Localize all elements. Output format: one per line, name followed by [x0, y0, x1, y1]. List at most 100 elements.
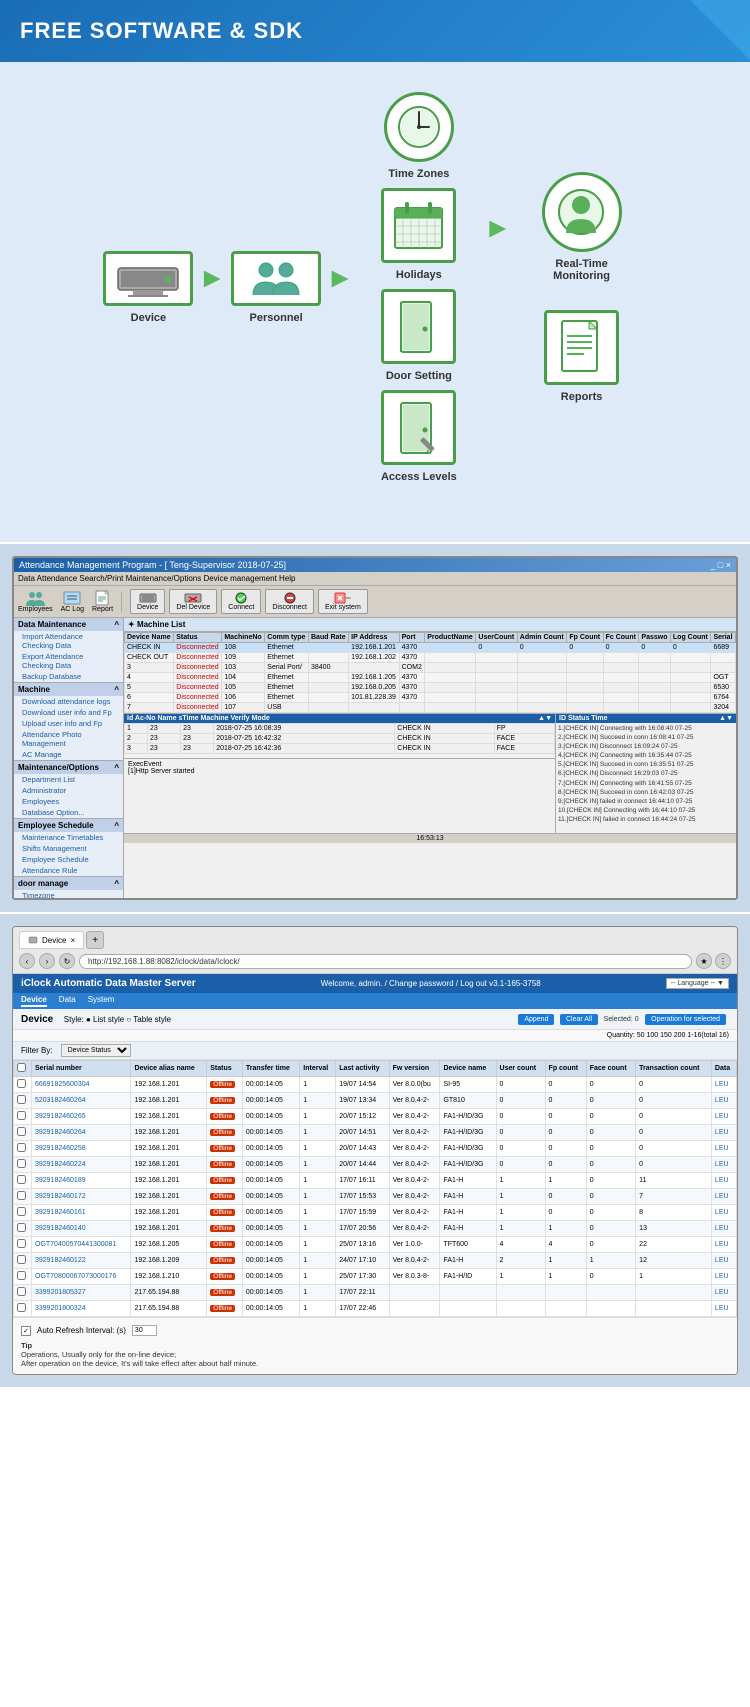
row-checkbox[interactable] [17, 1191, 26, 1200]
filter-select[interactable]: Device Status [61, 1044, 131, 1057]
device-status: Offline [207, 1221, 243, 1237]
sidebar-employees[interactable]: Employees [14, 796, 123, 807]
del-device-btn-label: Del Device [176, 604, 210, 611]
row-checkbox-cell [14, 1125, 32, 1141]
row-checkbox[interactable] [17, 1127, 26, 1136]
sidebar-admin[interactable]: Administrator [14, 785, 123, 796]
sidebar-db-option[interactable]: Database Option... [14, 807, 123, 818]
tab-device[interactable]: Device × [19, 931, 84, 949]
row-checkbox[interactable] [17, 1239, 26, 1248]
nav-system[interactable]: System [88, 995, 115, 1007]
col-status: Status [207, 1061, 243, 1077]
toolbar-connect-btn[interactable]: Connect [221, 589, 261, 614]
language-select[interactable]: -- Language -- ▼ [666, 978, 729, 989]
machine-cell [425, 673, 476, 683]
row-checkbox[interactable] [17, 1159, 26, 1168]
status-badge: Offline [210, 1113, 235, 1120]
row-checkbox[interactable] [17, 1271, 26, 1280]
machine-table-row: CHECK INDisconnected108Ethernet192.168.1… [125, 643, 736, 653]
sidebar-timezone[interactable]: Timezone [14, 890, 123, 898]
toolbar-exit-btn[interactable]: Exit system [318, 589, 368, 614]
user-count: 1 [496, 1205, 545, 1221]
toolbar-disconnect-btn[interactable]: Disconnect [265, 589, 314, 614]
device-item: Device [103, 251, 193, 324]
row-checkbox[interactable] [17, 1095, 26, 1104]
row-checkbox[interactable] [17, 1255, 26, 1264]
toolbar-report[interactable]: Report [92, 590, 113, 613]
fp-count: 1 [545, 1269, 586, 1285]
fp-count [545, 1301, 586, 1317]
toolbar-employees[interactable]: Employees [18, 590, 53, 613]
trans-count: 13 [636, 1221, 712, 1237]
device-serial: 3929182460265 [32, 1109, 131, 1125]
style-options: Style: ● List style ○ Table style [64, 1015, 171, 1024]
win-toolbar[interactable]: Employees AC Log Report Device Del [14, 586, 736, 618]
sidebar-export[interactable]: Export Attendance Checking Data [14, 651, 123, 671]
col-face: Face count [586, 1061, 635, 1077]
device-alias: 192.168.1.205 [131, 1237, 207, 1253]
clear-all-btn[interactable]: Clear All [560, 1014, 598, 1025]
machine-cell [711, 663, 736, 673]
nav-device[interactable]: Device [21, 995, 47, 1007]
device-serial: 3929182460264 [32, 1125, 131, 1141]
url-bar[interactable]: http://192.168.1.88:8082/iclock/data/Icl… [79, 954, 692, 969]
machine-cell: Ethernet [265, 673, 309, 683]
toolbar-device-btn[interactable]: Device [130, 589, 165, 614]
row-checkbox[interactable] [17, 1111, 26, 1120]
auto-refresh-cb[interactable]: ✓ [21, 1326, 31, 1336]
sidebar-photo[interactable]: Attendance Photo Management [14, 729, 123, 749]
row-checkbox[interactable] [17, 1079, 26, 1088]
forward-btn[interactable]: › [39, 953, 55, 969]
nav-data[interactable]: Data [59, 995, 76, 1007]
transfer-time: 00:00:14:05 [242, 1237, 299, 1253]
menu-btn[interactable]: ⋮ [715, 953, 731, 969]
row-checkbox-cell [14, 1285, 32, 1301]
row-checkbox[interactable] [17, 1303, 26, 1312]
row-checkbox[interactable] [17, 1207, 26, 1216]
append-btn[interactable]: Append [518, 1014, 554, 1025]
toolbar-separator [121, 592, 122, 612]
device-data: LEU [711, 1237, 736, 1253]
tab-close[interactable]: × [70, 936, 75, 945]
section-title: Device [21, 1014, 53, 1025]
bookmark-btn[interactable]: ★ [696, 953, 712, 969]
interval: 1 [300, 1157, 336, 1173]
row-checkbox[interactable] [17, 1143, 26, 1152]
sidebar-upload-user[interactable]: Upload user info and Fp [14, 718, 123, 729]
sidebar-shifts[interactable]: Shifts Management [14, 843, 123, 854]
sidebar-att-rule[interactable]: Attendance Rule [14, 865, 123, 876]
sidebar-download-user[interactable]: Download user info and Fp [14, 707, 123, 718]
row-checkbox-cell [14, 1173, 32, 1189]
row-checkbox[interactable] [17, 1287, 26, 1296]
sidebar-dept-list[interactable]: Department List [14, 774, 123, 785]
sidebar-ac-manage[interactable]: AC Manage [14, 749, 123, 760]
time-zones-icon [384, 92, 454, 162]
select-all-cb[interactable] [17, 1063, 26, 1072]
refresh-btn[interactable]: ↻ [59, 953, 75, 969]
toolbar-del-device-btn[interactable]: Del Device [169, 589, 217, 614]
device-table-row: 3399201805327217.65.194.88Offline00:00:1… [14, 1285, 737, 1301]
interval-input[interactable] [132, 1325, 157, 1336]
user-count: 0 [496, 1157, 545, 1173]
machine-cell: Disconnected [174, 703, 222, 713]
browser-window: Device × + ‹ › ↻ http://192.168.1.88:808… [12, 926, 738, 1375]
back-btn[interactable]: ‹ [19, 953, 35, 969]
sidebar-timetables[interactable]: Maintenance Timetables [14, 832, 123, 843]
last-activity: 20/07 14:43 [336, 1141, 389, 1157]
machine-cell [603, 673, 639, 683]
sidebar-emp-schedule[interactable]: Employee Schedule [14, 854, 123, 865]
trans-count: 8 [636, 1205, 712, 1221]
toolbar-ac-log[interactable]: AC Log [61, 590, 84, 613]
machine-cell: Serial Port/ [265, 663, 309, 673]
sidebar-import[interactable]: Import Attendance Checking Data [14, 631, 123, 651]
access-levels-item: Access Levels [379, 390, 459, 483]
sidebar-download-logs[interactable]: Download attendance logs [14, 696, 123, 707]
new-tab-btn[interactable]: + [86, 931, 104, 949]
sidebar-backup[interactable]: Backup Database [14, 671, 123, 682]
operation-btn[interactable]: Operation for selected [645, 1014, 726, 1025]
row-checkbox[interactable] [17, 1175, 26, 1184]
status-badge: Offline [210, 1145, 235, 1152]
row-checkbox[interactable] [17, 1223, 26, 1232]
status-badge: Offline [210, 1209, 235, 1216]
event-row: 123232018-07-25 16:08:39CHECK INFP [125, 724, 555, 734]
